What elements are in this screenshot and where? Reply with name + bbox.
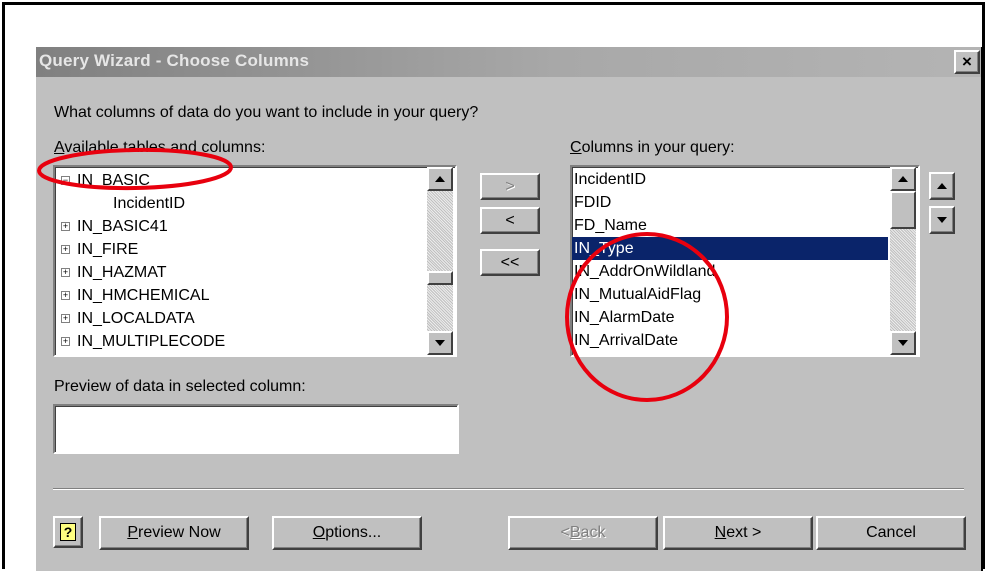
query-column-item[interactable]: IN_AddrOnWildland xyxy=(572,260,888,283)
expand-icon[interactable]: + xyxy=(61,314,70,323)
arrow-up-icon xyxy=(898,176,908,182)
tree-item-label: IN_HMCHEMICAL xyxy=(77,287,210,304)
query-column-item[interactable]: IncidentID xyxy=(572,168,888,191)
tree-item-label: IN_BASIC xyxy=(77,172,150,189)
help-icon: ? xyxy=(60,523,76,541)
scroll-down-button[interactable] xyxy=(890,331,916,355)
scroll-up-button[interactable] xyxy=(427,167,453,191)
remove-column-button[interactable]: < xyxy=(480,207,540,234)
tree-leaf[interactable]: IncidentID xyxy=(55,192,425,215)
close-button[interactable]: × xyxy=(954,50,980,74)
arrow-down-icon xyxy=(937,217,947,223)
tree-item-label: IN_MULTIPLECODE xyxy=(77,333,226,350)
cancel-button[interactable]: Cancel xyxy=(816,516,966,550)
tree-node[interactable]: + IN_LOCALDATA xyxy=(55,307,425,330)
expand-icon[interactable]: + xyxy=(61,268,70,277)
query-column-item[interactable]: IN_ArrivalDate xyxy=(572,329,888,352)
query-columns-scrollbar[interactable] xyxy=(890,167,916,355)
arrow-up-icon xyxy=(937,183,947,189)
arrow-down-icon xyxy=(435,340,445,346)
scroll-up-button[interactable] xyxy=(890,167,916,191)
arrow-down-icon xyxy=(898,340,908,346)
preview-now-button[interactable]: Preview Now xyxy=(99,516,249,550)
options-button[interactable]: Options... xyxy=(272,516,422,550)
title-bar: Query Wizard - Choose Columns × xyxy=(36,47,981,77)
preview-label: Preview of data in selected column: xyxy=(54,378,306,395)
dialog-title: Query Wizard - Choose Columns xyxy=(39,51,310,70)
scroll-down-button[interactable] xyxy=(427,331,453,355)
tree-node[interactable]: + IN_HMCHEMICAL xyxy=(55,284,425,307)
tree-item-label: IncidentID xyxy=(113,195,186,212)
help-button[interactable]: ? xyxy=(53,516,83,548)
query-column-item[interactable]: IN_MutualAidFlag xyxy=(572,283,888,306)
tree-item-label: IN_BASIC41 xyxy=(77,218,168,235)
collapse-icon[interactable]: − xyxy=(61,176,70,185)
query-columns-label: Columns in your query: xyxy=(570,139,735,156)
expand-icon[interactable]: + xyxy=(61,291,70,300)
close-icon: × xyxy=(962,52,972,71)
query-column-item[interactable]: IN_ControlledDate xyxy=(572,352,888,355)
tree-node[interactable]: + IN_BASIC41 xyxy=(55,215,425,238)
expand-icon[interactable]: + xyxy=(61,337,70,346)
query-column-item[interactable]: IN_Type xyxy=(572,237,888,260)
query-wizard-dialog: Query Wizard - Choose Columns × What col… xyxy=(36,47,983,571)
move-down-button[interactable] xyxy=(929,206,955,234)
query-column-item[interactable]: IN_AlarmDate xyxy=(572,306,888,329)
available-scrollbar[interactable] xyxy=(427,167,453,355)
move-up-button[interactable] xyxy=(929,172,955,200)
question-text: What columns of data do you want to incl… xyxy=(54,104,479,121)
next-button[interactable]: Next > xyxy=(663,516,813,550)
tree-item-label: IN_FIRE xyxy=(77,241,139,258)
separator xyxy=(53,488,964,490)
tree-item-label: IN_LOCALDATA xyxy=(77,310,195,327)
available-tables-list[interactable]: − IN_BASIC IncidentID + IN_BASIC41 + IN_FIRE + I… xyxy=(53,165,457,357)
add-column-button[interactable]: > xyxy=(480,173,540,200)
back-button[interactable]: < Back xyxy=(508,516,658,550)
expand-icon[interactable]: + xyxy=(61,222,70,231)
arrow-up-icon xyxy=(435,176,445,182)
scroll-thumb[interactable] xyxy=(890,191,916,229)
tree-node[interactable]: − IN_BASIC xyxy=(55,169,425,192)
tree-node[interactable]: + IN_HAZMAT xyxy=(55,261,425,284)
available-label: Available tables and columns: xyxy=(54,139,266,156)
remove-all-columns-button[interactable]: << xyxy=(480,249,540,276)
preview-box xyxy=(53,404,459,454)
scroll-thumb[interactable] xyxy=(427,271,453,285)
query-column-item[interactable]: FD_Name xyxy=(572,214,888,237)
tree-node[interactable]: + IN_MULTIPLECODE xyxy=(55,330,425,353)
expand-icon[interactable]: + xyxy=(61,245,70,254)
tree-node[interactable]: + IN_FIRE xyxy=(55,238,425,261)
tree-item-label: IN_HAZMAT xyxy=(77,264,167,281)
query-column-item[interactable]: FDID xyxy=(572,191,888,214)
query-columns-list[interactable]: IncidentID FDID FD_Name IN_Type IN_AddrOnWil… xyxy=(570,165,920,357)
